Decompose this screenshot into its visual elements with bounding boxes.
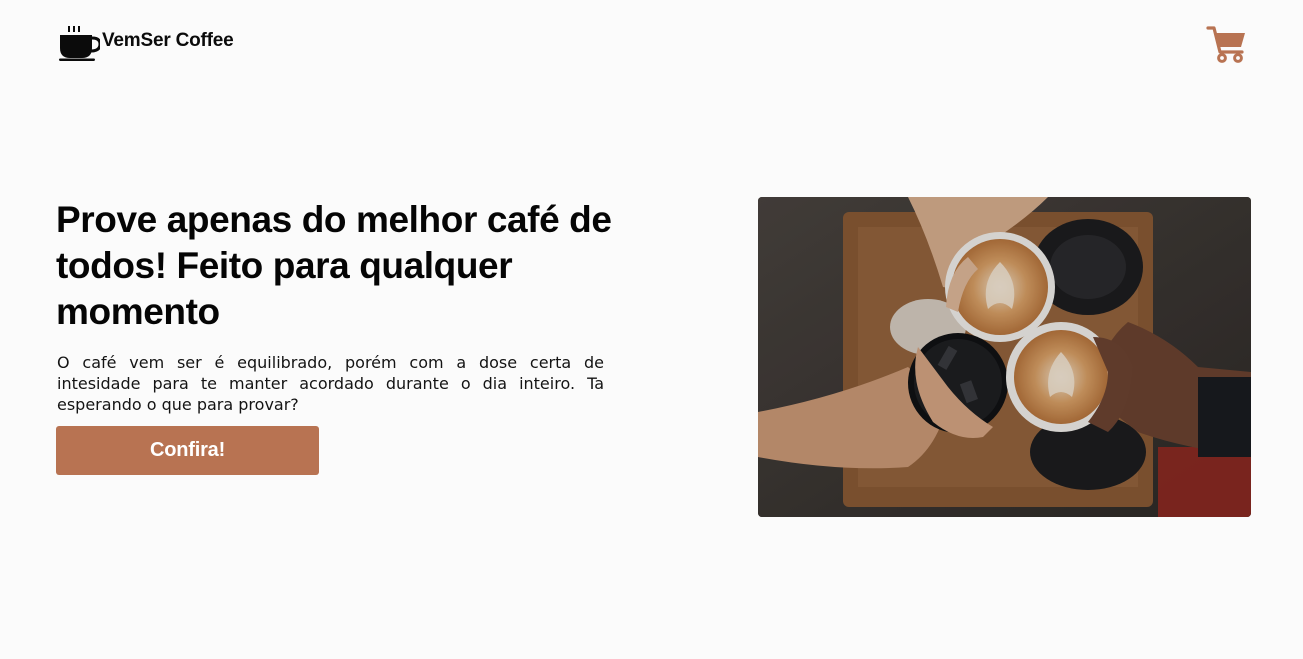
landing-page: VemSer Coffee Prove apenas do melhor caf…	[0, 0, 1303, 659]
shopping-cart-icon	[1206, 24, 1248, 66]
hero-description: O café vem ser é equilibrado, porém com …	[57, 353, 604, 414]
hero-coffee-image	[758, 197, 1251, 517]
brand-logo-link[interactable]: VemSer Coffee	[58, 24, 234, 62]
coffee-cup-icon	[58, 24, 100, 62]
brand-name: VemSer Coffee	[102, 30, 234, 51]
shopping-cart-button[interactable]	[1206, 24, 1248, 66]
confira-button[interactable]: Confira!	[56, 426, 319, 475]
hero-title: Prove apenas do melhor café de todos! Fe…	[56, 199, 612, 332]
